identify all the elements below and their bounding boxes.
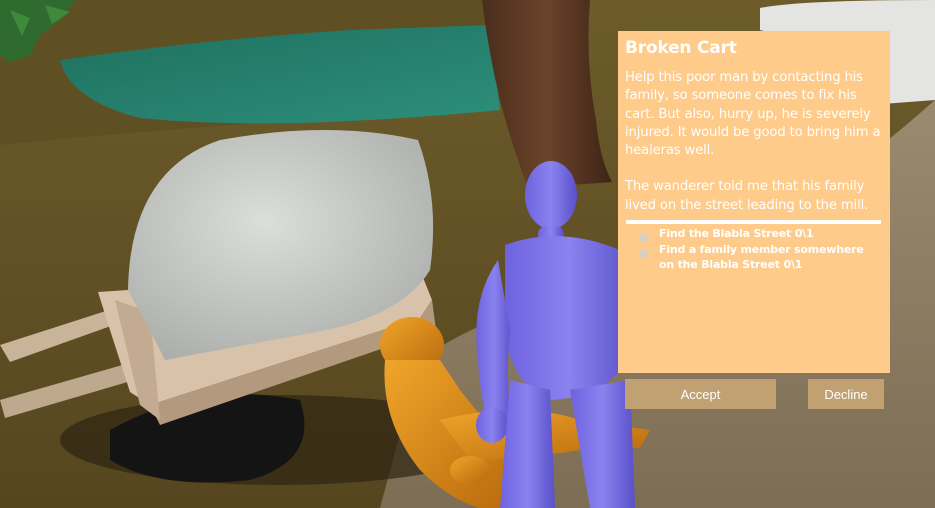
divider bbox=[626, 220, 881, 225]
accept-button[interactable]: Accept bbox=[625, 379, 776, 409]
quest-panel: Broken Cart Help this poor man by contac… bbox=[618, 31, 890, 373]
objective-text: Find a family member somewhere on the Bl… bbox=[659, 243, 864, 271]
objective-checkbox bbox=[639, 250, 647, 259]
quest-description: Help this poor man by contacting his fam… bbox=[625, 70, 881, 159]
objective-item: Find a family member somewhere on the Bl… bbox=[639, 243, 882, 272]
quest-note: The wanderer told me that his family liv… bbox=[625, 179, 869, 213]
objective-text: Find the Blabla Street 0\1 bbox=[659, 227, 814, 241]
quest-title: Broken Cart bbox=[625, 38, 737, 58]
objective-checkbox bbox=[639, 234, 647, 243]
objective-item: Find the Blabla Street 0\1 bbox=[639, 227, 882, 243]
objective-list: Find the Blabla Street 0\1 Find a family… bbox=[625, 227, 882, 272]
decline-button[interactable]: Decline bbox=[808, 379, 884, 409]
